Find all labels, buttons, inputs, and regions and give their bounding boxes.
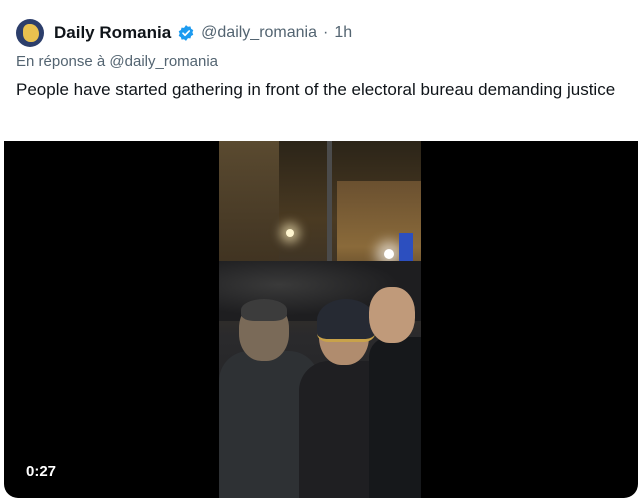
- video-player[interactable]: 0:27: [4, 141, 638, 498]
- tweet-card[interactable]: Daily Romania @daily_romania · 1h En rép…: [0, 0, 638, 498]
- reply-prefix: En réponse à: [16, 53, 106, 70]
- avatar-logo-icon: [23, 24, 39, 42]
- video-duration: 0:27: [26, 463, 57, 480]
- tweet-header: Daily Romania @daily_romania · 1h: [16, 18, 352, 48]
- timestamp[interactable]: 1h: [334, 24, 352, 42]
- tweet-text: People have started gathering in front o…: [16, 80, 616, 99]
- reply-to-link[interactable]: @daily_romania: [109, 53, 218, 70]
- author-handle[interactable]: @daily_romania: [201, 24, 317, 42]
- reply-context: En réponse à @daily_romania: [16, 53, 218, 70]
- video-frame[interactable]: [219, 141, 421, 498]
- avatar[interactable]: [16, 19, 44, 47]
- author-name[interactable]: Daily Romania: [54, 23, 171, 43]
- verified-badge-icon: [177, 24, 195, 42]
- header-separator: ·: [323, 24, 329, 41]
